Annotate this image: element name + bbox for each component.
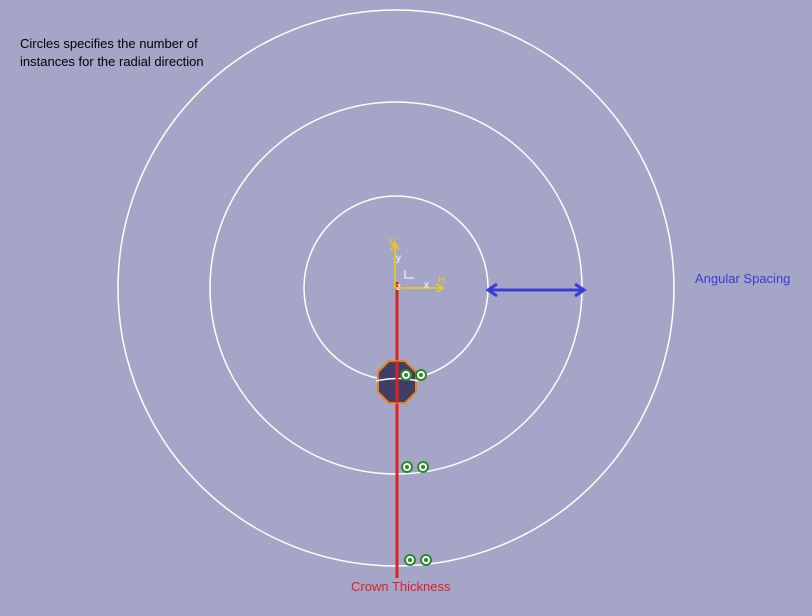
instance-marker-ring3-a[interactable] bbox=[404, 554, 416, 566]
axis-label-h: H bbox=[438, 275, 445, 286]
instance-marker-ring1-b[interactable] bbox=[415, 369, 427, 381]
axis-label-y: y bbox=[396, 253, 401, 264]
instance-marker-ring3-b[interactable] bbox=[420, 554, 432, 566]
axis-label-v: V bbox=[389, 237, 396, 248]
angular-spacing-label: Angular Spacing bbox=[695, 271, 791, 286]
instance-marker-ring2-b[interactable] bbox=[417, 461, 429, 473]
circles-note-text: Circles specifies the number of instance… bbox=[20, 36, 204, 69]
crown-thickness-label: Crown Thickness bbox=[351, 579, 451, 594]
seed-feature[interactable] bbox=[375, 360, 419, 404]
angular-spacing-arrow[interactable] bbox=[485, 282, 587, 298]
axis-label-x: x bbox=[424, 280, 429, 291]
instance-marker-ring1-a[interactable] bbox=[400, 369, 412, 381]
axis-label-z: z bbox=[396, 282, 401, 293]
circular-pattern-scene: V y x H z bbox=[117, 9, 675, 578]
pattern-canvas[interactable]: V y x H z Circles specifies the number o… bbox=[0, 0, 812, 616]
axis-triad[interactable]: V y x H z bbox=[389, 237, 445, 293]
instance-marker-ring2-a[interactable] bbox=[401, 461, 413, 473]
